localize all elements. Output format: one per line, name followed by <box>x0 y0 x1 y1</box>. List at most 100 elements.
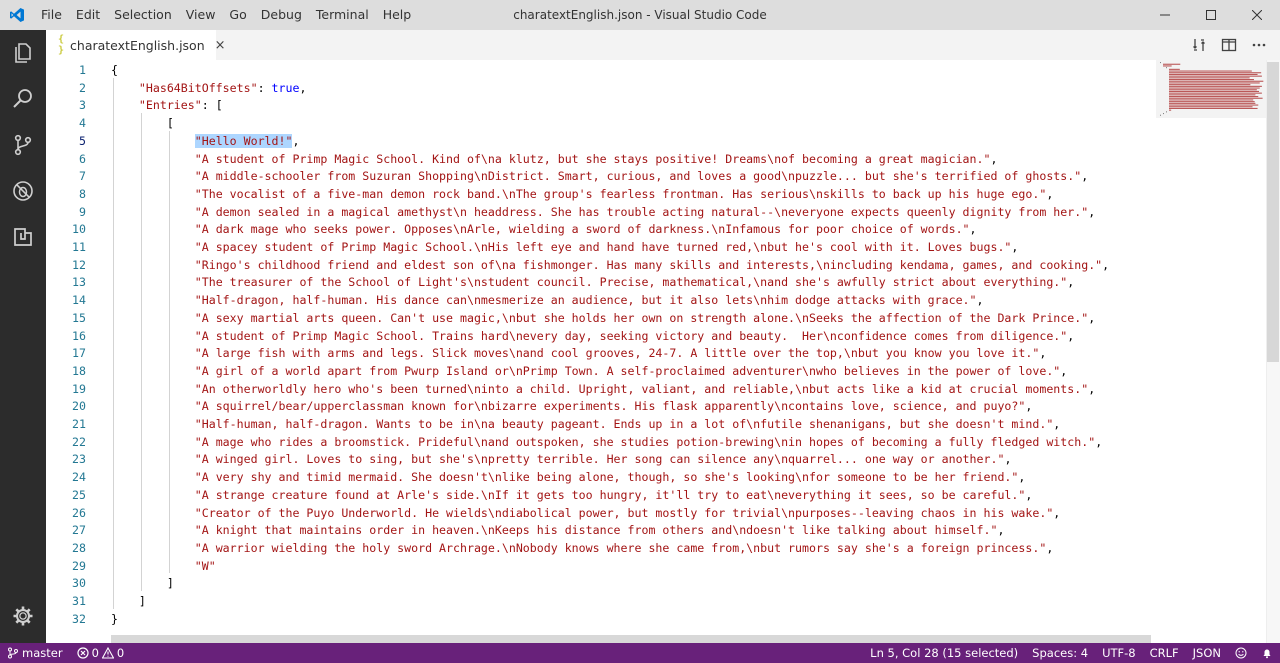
line-number: 19 <box>72 381 86 396</box>
maximize-button[interactable] <box>1188 0 1234 30</box>
tab-close-button[interactable]: × <box>215 38 226 53</box>
code-line[interactable]: "W" <box>195 558 216 576</box>
code-line[interactable]: "Creator of the Puyo Underworld. He wiel… <box>195 505 1061 523</box>
minimap[interactable] <box>1158 60 1268 120</box>
code-line[interactable]: { <box>111 62 118 80</box>
minimap-line <box>1169 89 1257 91</box>
indent-guide <box>168 130 170 574</box>
minimap-line <box>1169 101 1255 103</box>
more-actions-button[interactable] <box>1246 32 1272 58</box>
debug-button[interactable] <box>0 168 46 214</box>
menu-terminal[interactable]: Terminal <box>309 0 376 30</box>
vertical-scrollbar[interactable] <box>1266 60 1280 643</box>
line-number: 25 <box>72 487 86 502</box>
code-line[interactable]: "A middle-schooler from Suzuran Shopping… <box>195 168 1088 186</box>
explorer-button[interactable] <box>0 30 46 76</box>
code-line[interactable]: "A demon sealed in a magical amethyst\n … <box>195 204 1095 222</box>
token-punct: ] <box>138 594 146 608</box>
menu-go[interactable]: Go <box>222 0 253 30</box>
code-line[interactable]: "Half-dragon, half-human. His dance can\… <box>195 292 984 310</box>
settings-button[interactable] <box>0 593 46 639</box>
token-punct: , <box>1046 186 1054 201</box>
warning-icon <box>101 647 114 659</box>
menu-debug[interactable]: Debug <box>254 0 309 30</box>
code-line[interactable]: "Half-human, half-dragon. Wants to be in… <box>195 416 1061 434</box>
code-line[interactable]: "The vocalist of a five-man demon rock b… <box>195 186 1054 204</box>
code-line[interactable]: "A warrior wielding the holy sword Archr… <box>195 540 1054 558</box>
menu-selection[interactable]: Selection <box>107 0 179 30</box>
code-line[interactable]: "Has64BitOffsets": true, <box>139 80 307 98</box>
code-line[interactable]: "A girl of a world apart from Pwurp Isla… <box>195 363 1068 381</box>
code-area[interactable]: { "Has64BitOffsets": true, "Entries": [[ "H… <box>111 60 1151 643</box>
cursor-position[interactable]: Ln 5, Col 28 (15 selected) <box>863 643 1025 663</box>
code-line[interactable]: "Entries": [ <box>139 97 223 115</box>
token-str: "A student of Primp Magic School. Kind o… <box>194 151 991 166</box>
line-number: 15 <box>72 310 86 325</box>
eol-status[interactable]: CRLF <box>1143 643 1186 663</box>
search-button[interactable] <box>0 76 46 122</box>
code-line[interactable]: ] <box>139 593 146 611</box>
notifications-button[interactable] <box>1254 643 1280 663</box>
branch-status[interactable]: master <box>0 643 70 663</box>
code-line[interactable]: [ <box>167 115 174 133</box>
menu-help[interactable]: Help <box>376 0 419 30</box>
code-line[interactable]: "A squirrel/bear/upperclassman known for… <box>195 398 1033 416</box>
menu-view[interactable]: View <box>179 0 223 30</box>
vscode-logo-icon <box>0 0 34 30</box>
language-mode[interactable]: JSON <box>1186 643 1228 663</box>
line-number: 4 <box>79 116 86 131</box>
token-punct: , <box>299 80 307 95</box>
code-line[interactable]: } <box>111 611 118 629</box>
vertical-scrollbar-thumb[interactable] <box>1267 62 1279 362</box>
token-punct: { <box>111 63 118 77</box>
minimap-line <box>1169 70 1252 72</box>
horizontal-scrollbar-thumb[interactable] <box>111 635 1151 643</box>
line-number-gutter: 1 2 3 4 5 6 7 8 9 10 11 12 13 14 15 16 17 18 19 20 21 22 23 24 2… <box>46 60 96 643</box>
minimize-button[interactable] <box>1142 0 1188 30</box>
tab-charatext-english[interactable]: { } charatextEnglish.json × <box>46 30 226 60</box>
indentation-status[interactable]: Spaces: 4 <box>1025 643 1095 663</box>
problems-status[interactable]: 0 0 <box>70 643 132 663</box>
encoding-status[interactable]: UTF-8 <box>1095 643 1143 663</box>
code-line[interactable]: "A knight that maintains order in heaven… <box>195 522 1005 540</box>
code-line[interactable]: ] <box>167 575 174 593</box>
code-line[interactable]: "Hello World!", <box>194 133 299 151</box>
editor[interactable]: 1 2 3 4 5 6 7 8 9 10 11 12 13 14 15 16 17 18 19 20 21 22 23 24 2… <box>46 60 1280 643</box>
close-window-button[interactable] <box>1234 0 1280 30</box>
minimap-line <box>1166 111 1167 113</box>
code-line[interactable]: "Ringo's childhood friend and eldest son… <box>195 257 1109 275</box>
token-bool: true <box>271 80 300 95</box>
menu-file[interactable]: File <box>34 0 69 30</box>
extensions-button[interactable] <box>0 214 46 260</box>
code-line[interactable]: "A large fish with arms and legs. Slick … <box>195 345 1047 363</box>
code-line[interactable]: "An otherworldly hero who's been turned\… <box>195 381 1095 399</box>
token-key: "Entries" <box>138 98 202 113</box>
feedback-button[interactable] <box>1228 643 1254 663</box>
token-str: "Creator of the Puyo Underworld. He wiel… <box>194 505 1054 520</box>
code-line[interactable]: "A winged girl. Loves to sing, but she's… <box>195 451 1012 469</box>
code-line[interactable]: "The treasurer of the School of Light's\… <box>195 274 1075 292</box>
split-editor-button[interactable] <box>1216 32 1242 58</box>
token-str: "A large fish with arms and legs. Slick … <box>194 346 1040 361</box>
token-key: "Has64BitOffsets" <box>138 80 258 95</box>
code-line[interactable]: "A sexy martial arts queen. Can't use ma… <box>195 310 1095 328</box>
more-icon <box>1252 43 1266 47</box>
activity-bar <box>0 30 46 643</box>
line-number: 21 <box>72 417 86 431</box>
code-line[interactable]: "A mage who rides a broomstick. Prideful… <box>195 434 1102 452</box>
code-line[interactable]: "A strange creature found at Arle's side… <box>195 487 1033 505</box>
menu-edit[interactable]: Edit <box>69 0 107 30</box>
horizontal-scrollbar[interactable] <box>111 633 1151 643</box>
code-line[interactable]: "A student of Primp Magic School. Kind o… <box>195 151 998 169</box>
code-line[interactable]: "A student of Primp Magic School. Trains… <box>195 328 1075 346</box>
code-line[interactable]: "A dark mage who seeks power. Opposes\nA… <box>195 221 977 239</box>
code-line[interactable]: "A spacey student of Primp Magic School.… <box>195 239 1019 257</box>
code-line[interactable]: "A very shy and timid mermaid. She doesn… <box>195 469 1026 487</box>
source-control-button[interactable] <box>0 122 46 168</box>
open-changes-button[interactable] <box>1186 32 1212 58</box>
minimap-line <box>1163 63 1181 65</box>
token-punct: , <box>1025 399 1033 414</box>
source-control-icon <box>14 134 32 156</box>
token-str: "Half-human, half-dragon. Wants to be in… <box>194 417 1054 431</box>
token-str: "A mage who rides a broomstick. Prideful… <box>194 434 1096 449</box>
